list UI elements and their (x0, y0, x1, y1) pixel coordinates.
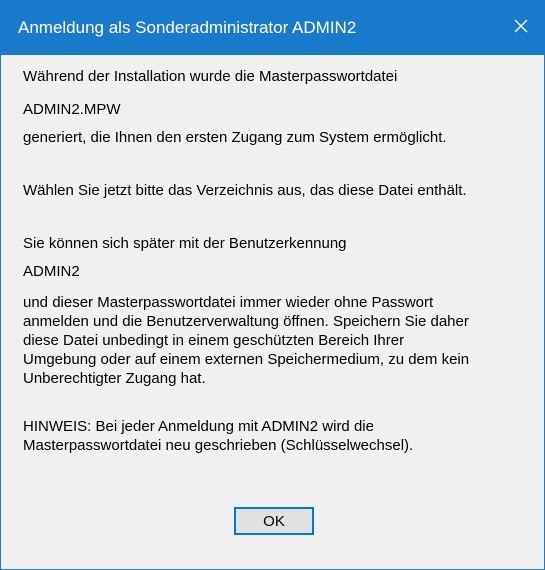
message-text: und dieser Masterpasswortdatei immer wie… (23, 294, 434, 311)
notice-text: Masterpasswortdatei neu geschrieben (Sch… (23, 437, 414, 454)
message-text: Sie können sich später mit der Benutzerk… (23, 235, 347, 252)
notice-text: HINWEIS: Bei jeder Anmeldung mit ADMIN2 … (23, 418, 374, 435)
message-text: anmelden und die Benutzerverwaltung öffn… (23, 313, 469, 330)
ok-button[interactable]: OK (234, 507, 314, 535)
admin-username: ADMIN2 (23, 263, 80, 280)
dialog-title: Anmeldung als Sonderadministrator ADMIN2 (18, 18, 357, 37)
message-text: Unberechtigter Zugang hat. (23, 370, 206, 387)
master-password-filename: ADMIN2.MPW (23, 101, 121, 118)
message-text: diese Datei unbedingt in einem geschützt… (23, 332, 405, 349)
close-button[interactable] (498, 1, 544, 55)
close-icon (514, 19, 528, 38)
message-text: Während der Installation wurde die Maste… (23, 68, 398, 85)
message-text: Wählen Sie jetzt bitte das Verzeichnis a… (23, 182, 467, 199)
message-text: generiert, die Ihnen den ersten Zugang z… (23, 129, 447, 146)
message-text: Umgebung oder auf einem externen Speiche… (23, 351, 470, 368)
title-bar[interactable]: Anmeldung als Sonderadministrator ADMIN2 (1, 1, 544, 55)
dialog-window: Anmeldung als Sonderadministrator ADMIN2… (0, 0, 545, 570)
